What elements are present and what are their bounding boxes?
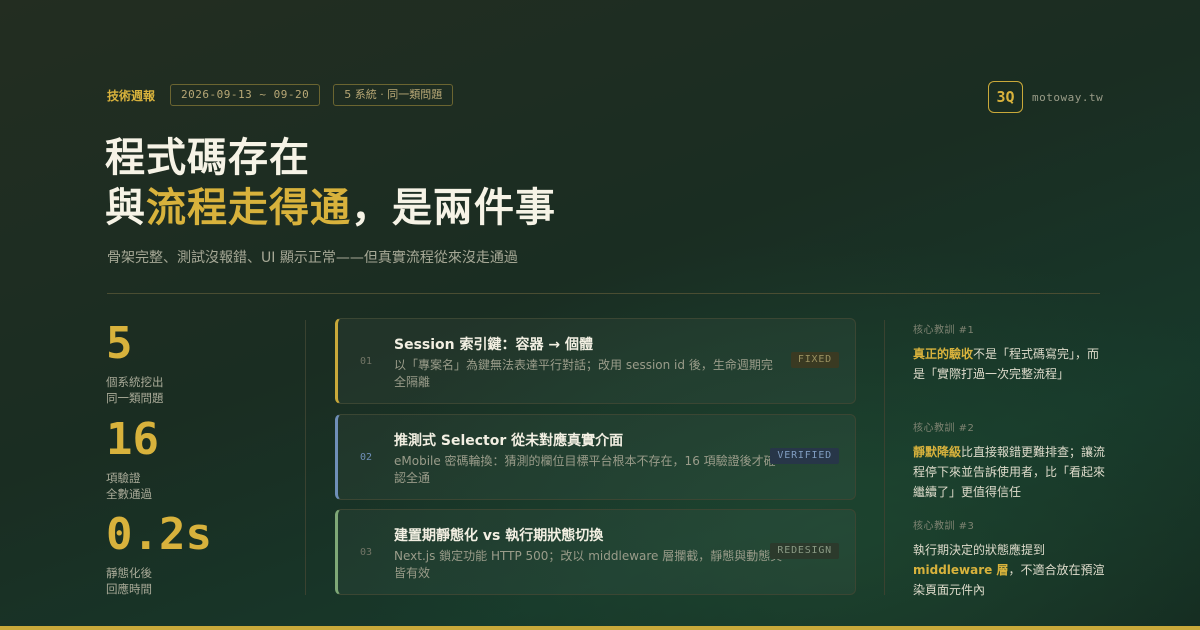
case-number: 01 — [360, 355, 373, 367]
case-title: 建置期靜態化 vs 執行期狀態切換 — [394, 528, 604, 544]
lesson-text: 執行期決定的狀態應提到middleware 層，不適合放在預渲染頁面元件內 — [913, 540, 1108, 600]
stat-label: 靜態化後 回應時間 — [106, 565, 226, 597]
stat-response-time: 0.2s 靜態化後 回應時間 — [106, 513, 226, 597]
case-description: 以「專案名」為鍵無法表達平行對話；改用 session id 後，生命週期完全隔… — [394, 358, 773, 389]
page-subtitle: 骨架完整、測試沒報錯、UI 顯示正常——但真實流程從來沒走通過 — [107, 250, 518, 266]
stat-label: 項驗證 全數通過 — [106, 470, 226, 502]
brand-site-link[interactable]: motoway.tw — [1032, 91, 1103, 104]
title-line-2-end: ，是兩件事 — [351, 185, 556, 231]
lesson-kicker: 核心教訓 #1 — [913, 325, 975, 336]
column-divider — [884, 320, 885, 595]
stat-systems: 5 個系統挖出 同一類問題 — [106, 322, 226, 406]
stat-value: 5 — [106, 318, 133, 369]
lesson-emphasis: middleware 層 — [913, 563, 1009, 577]
lesson-item: 核心教訓 #2 靜默降級比直接報錯更難排查；讓流程停下來並告訴使用者，比「看起來… — [913, 419, 1108, 502]
bottom-accent-bar — [0, 626, 1200, 630]
date-range-chip: 2026-09-13 ~ 09-20 — [170, 84, 321, 106]
stat-label-line: 項驗證 — [106, 471, 141, 485]
title-line-2: 與流程走得通，是兩件事 — [105, 183, 556, 233]
lesson-item: 核心教訓 #3 執行期決定的狀態應提到middleware 層，不適合放在預渲染… — [913, 517, 1108, 600]
status-badge: REDESIGN — [770, 543, 839, 559]
stat-checks: 16 項驗證 全數通過 — [106, 418, 226, 502]
lesson-item: 核心教訓 #1 真正的驗收不是「程式碼寫完」，而是「實際打過一次完整流程」 — [913, 321, 1108, 384]
case-description: Next.js 鎖定功能 HTTP 500；改以 middleware 層攔截，… — [394, 549, 783, 580]
header-meta: 技術週報 2026-09-13 ~ 09-20 5 系統 · 同一類問題 — [107, 84, 466, 106]
stat-value: 16 — [106, 414, 159, 465]
lesson-emphasis: 靜默降級 — [913, 445, 962, 459]
lesson-text-start: 執行期決定的狀態應提到 — [913, 543, 1046, 557]
case-card[interactable]: 03 建置期靜態化 vs 執行期狀態切換 Next.js 鎖定功能 HTTP 5… — [335, 509, 856, 595]
header-divider — [107, 293, 1100, 294]
case-number: 02 — [360, 451, 373, 463]
lesson-kicker: 核心教訓 #2 — [913, 423, 975, 434]
stat-label-line: 靜態化後 — [106, 566, 152, 580]
title-highlight: 流程走得通 — [146, 185, 351, 231]
lesson-text: 真正的驗收不是「程式碼寫完」，而是「實際打過一次完整流程」 — [913, 344, 1108, 384]
case-number: 03 — [360, 546, 373, 558]
title-line-2-start: 與 — [105, 185, 146, 231]
case-card[interactable]: 01 Session 索引鍵：容器 → 個體 以「專案名」為鍵無法表達平行對話；… — [335, 318, 856, 404]
case-card[interactable]: 02 推測式 Selector 從未對應真實介面 eMobile 密碼輪換：猜測… — [335, 414, 856, 500]
case-title: 推測式 Selector 從未對應真實介面 — [394, 433, 624, 449]
stat-label-line: 全數通過 — [106, 487, 152, 501]
status-badge: VERIFIED — [770, 448, 839, 464]
page-title: 程式碼存在 與流程走得通，是兩件事 — [105, 133, 556, 233]
stat-label-line: 同一類問題 — [106, 391, 164, 405]
case-title: Session 索引鍵：容器 → 個體 — [394, 337, 593, 353]
stat-value: 0.2s — [106, 509, 212, 560]
brand[interactable]: 3Q motoway.tw — [988, 81, 1103, 113]
scope-chip: 5 系統 · 同一類問題 — [333, 84, 454, 106]
status-badge: FIXED — [790, 352, 839, 368]
title-line-1: 程式碼存在 — [105, 135, 310, 181]
lesson-kicker: 核心教訓 #3 — [913, 521, 975, 532]
lesson-emphasis: 真正的驗收 — [913, 347, 974, 361]
stat-label-line: 個系統挖出 — [106, 375, 164, 389]
case-description: eMobile 密碼輪換：猜測的欄位目標平台根本不存在，16 項驗證後才確認全通 — [394, 454, 776, 485]
report-kicker: 技術週報 — [107, 88, 156, 103]
brand-logo: 3Q — [988, 81, 1023, 113]
column-divider — [305, 320, 306, 595]
stat-label: 個系統挖出 同一類問題 — [106, 374, 226, 406]
stat-label-line: 回應時間 — [106, 582, 152, 596]
lesson-text: 靜默降級比直接報錯更難排查；讓流程停下來並告訴使用者，比「看起來繼續了」更值得信… — [913, 442, 1108, 502]
